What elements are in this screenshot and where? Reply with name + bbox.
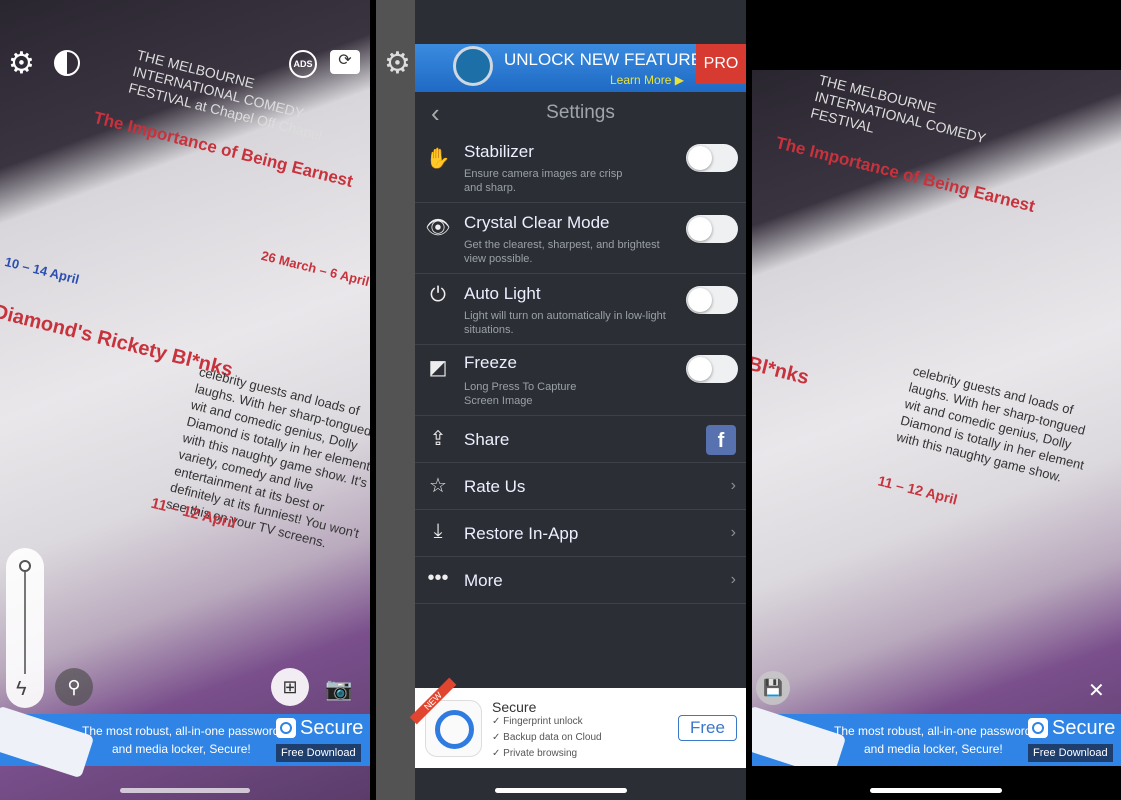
power-icon: ⏻ <box>430 284 446 306</box>
setting-desc: Ensure camera images are crisp and sharp… <box>464 168 623 194</box>
download-icon: ⤓ <box>433 520 443 542</box>
free-button[interactable]: Free <box>678 715 737 741</box>
lock-icon <box>276 718 296 738</box>
setting-desc: Long Press To Capture Screen Image <box>464 381 577 407</box>
stabilizer-hand-icon: ✋ <box>425 148 451 170</box>
chevron-right-icon: › <box>730 477 736 494</box>
row-title: Rate Us <box>464 477 526 496</box>
magnifier-icon[interactable]: ⚲ <box>55 668 93 706</box>
crop-icon[interactable]: ⊞ <box>271 668 309 706</box>
ad-brand: Secure <box>1028 716 1115 740</box>
slider-handle[interactable] <box>19 560 31 572</box>
star-icon: ☆ <box>429 475 447 497</box>
setting-desc: Light will turn on automatically in low-… <box>464 310 666 336</box>
setting-title: Stabilizer <box>464 142 534 161</box>
freeze-frame-icon: ◩ <box>428 357 448 379</box>
promo-title: UNLOCK NEW FEATURES <box>504 50 714 69</box>
switch-camera-icon[interactable]: ⟳ <box>330 50 360 74</box>
more-dots-icon: ••• <box>427 567 449 589</box>
flash-icon[interactable]: ϟ <box>16 678 27 701</box>
secure-ad-banner[interactable]: The most robust, all-in-one password and… <box>0 705 370 779</box>
row-title: Share <box>464 430 510 449</box>
save-icon[interactable]: 💾 <box>756 671 790 705</box>
secure-ad-banner[interactable]: The most robust, all-in-one password and… <box>752 705 1121 779</box>
lock-icon <box>1028 718 1048 738</box>
gear-icon[interactable]: ⚙ <box>8 46 35 81</box>
contrast-icon[interactable] <box>54 50 80 76</box>
free-download-button[interactable]: Free Download <box>276 744 361 762</box>
setting-title: Auto Light <box>464 284 541 303</box>
magnifier-logo-icon <box>453 46 493 86</box>
feature-text: Private browsing <box>503 748 578 759</box>
home-indicator[interactable] <box>120 788 250 793</box>
gear-icon: ⚙ <box>384 47 411 80</box>
row-title: Restore In-App <box>464 524 579 543</box>
stabilizer-toggle[interactable] <box>686 144 738 172</box>
feature-text: Fingerprint unlock <box>503 716 583 727</box>
ad-line1: The most robust, all-in-one password <box>834 724 1032 738</box>
camera-view-left: THE MELBOURNE INTERNATIONAL COMEDY FESTI… <box>0 0 370 800</box>
camera-view-right: THE MELBOURNE INTERNATIONAL COMEDY FESTI… <box>752 0 1121 800</box>
secure-app-icon <box>425 700 482 757</box>
share-row[interactable]: ⇪ Share f <box>415 416 746 463</box>
download-label: Free Download <box>1033 747 1108 759</box>
home-indicator[interactable] <box>495 788 627 793</box>
ad-brand-text: Secure <box>1052 717 1116 739</box>
setting-stabilizer: ✋ Stabilizer Ensure camera images are cr… <box>415 132 746 203</box>
learn-more-link[interactable]: Learn More ▶ <box>610 73 684 87</box>
secure-app-ad[interactable]: NEW Secure ✓ Fingerprint unlock ✓ Backup… <box>409 677 746 768</box>
ad-feature: ✓ Backup data on Cloud <box>492 732 602 743</box>
ad-line1: The most robust, all-in-one password <box>82 724 280 738</box>
home-indicator[interactable] <box>870 788 1002 793</box>
chevron-right-icon: › <box>730 524 736 541</box>
setting-title: Freeze <box>464 353 517 372</box>
download-label: Free Download <box>281 747 356 759</box>
page-title: Settings <box>546 102 615 123</box>
eye-icon: 👁 <box>425 217 451 239</box>
feature-text: Backup data on Cloud <box>503 732 602 743</box>
row-title: More <box>464 571 503 590</box>
pro-promo-banner[interactable]: UNLOCK NEW FEATURES Learn More ▶ PRO <box>415 44 746 92</box>
zoom-slider[interactable]: ϟ <box>6 548 44 708</box>
share-icon: ⇪ <box>429 428 447 450</box>
ad-line2: and media locker, Secure! <box>864 742 1003 756</box>
ad-feature: ✓ Fingerprint unlock <box>492 716 583 727</box>
close-icon[interactable]: ✕ <box>1088 678 1105 703</box>
setting-crystal-clear: 👁 Crystal Clear Mode Get the clearest, s… <box>415 203 746 274</box>
ad-brand-text: Secure <box>300 717 364 739</box>
setting-desc: Get the clearest, sharpest, and brightes… <box>464 239 660 265</box>
crystal-clear-toggle[interactable] <box>686 215 738 243</box>
setting-title: Crystal Clear Mode <box>464 213 610 232</box>
ad-line2: and media locker, Secure! <box>112 742 251 756</box>
chevron-right-icon: › <box>730 571 736 588</box>
setting-auto-light: ⏻ Auto Light Light will turn on automati… <box>415 274 746 345</box>
top-strip <box>415 0 746 44</box>
free-download-button[interactable]: Free Download <box>1028 744 1113 762</box>
restore-in-app-row[interactable]: ⤓ Restore In-App › <box>415 510 746 557</box>
pro-badge: PRO <box>696 44 746 84</box>
settings-panel: UNLOCK NEW FEATURES Learn More ▶ PRO ‹ S… <box>409 0 746 800</box>
freeze-toggle[interactable] <box>686 355 738 383</box>
more-row[interactable]: ••• More › <box>415 557 746 604</box>
ad-brand: Secure <box>276 716 363 740</box>
rate-us-row[interactable]: ☆ Rate Us › <box>415 463 746 510</box>
facebook-icon[interactable]: f <box>706 425 736 455</box>
setting-freeze: ◩ Freeze Long Press To Capture Screen Im… <box>415 345 746 416</box>
no-ads-icon[interactable]: ADS <box>289 50 317 78</box>
camera-icon[interactable]: 📷 <box>325 676 352 702</box>
ad-feature: ✓ Private browsing <box>492 748 578 759</box>
auto-light-toggle[interactable] <box>686 286 738 314</box>
ad-title: Secure <box>492 699 537 715</box>
